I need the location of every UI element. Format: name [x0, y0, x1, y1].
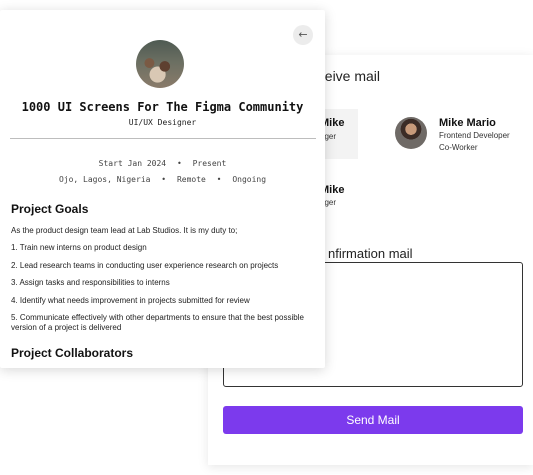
back-arrow-icon[interactable]: ←: [293, 25, 313, 45]
separator-dot: •: [216, 175, 222, 184]
page-title: 1000 UI Screens For The Figma Community: [21, 100, 304, 114]
avatar: [136, 40, 184, 88]
separator-dot: •: [176, 159, 182, 168]
location-line: Ojo, Lagos, Nigeria • Remote • Ongoing: [0, 175, 325, 184]
avatar[interactable]: [395, 117, 427, 149]
contact-tag: Co-Worker: [439, 143, 478, 152]
goal-item: 4. Identify what needs improvement in pr…: [11, 296, 250, 305]
goal-item: 3. Assign tasks and responsibilities to …: [11, 278, 170, 287]
goals-intro: As the product design team lead at Lab S…: [11, 226, 238, 235]
status-label: Ongoing: [232, 175, 267, 184]
project-profile-card: ← 1000 UI Screens For The Figma Communit…: [0, 10, 325, 368]
work-mode: Remote: [176, 175, 206, 184]
end-date: Present: [192, 159, 227, 168]
goal-item: 5. Communicate effectively with other de…: [11, 313, 304, 332]
separator-dot: •: [161, 175, 167, 184]
project-collaborators-heading: Project Collaborators: [11, 346, 134, 360]
divider: [10, 138, 316, 139]
contact-name[interactable]: Mike Mario: [439, 117, 496, 129]
confirmation-mail-label: nfirmation mail: [328, 246, 413, 261]
contact-role: Frontend Developer: [439, 131, 510, 140]
start-date: Start Jan 2024: [98, 159, 167, 168]
location: Ojo, Lagos, Nigeria: [58, 175, 151, 184]
send-mail-button[interactable]: Send Mail: [223, 406, 523, 434]
role-subtitle: UI/UX Designer: [128, 118, 197, 127]
project-goals-heading: Project Goals: [11, 202, 89, 216]
date-range: Start Jan 2024 • Present: [0, 159, 325, 168]
goal-item: 1. Train new interns on product design: [11, 243, 147, 252]
goal-item: 2. Lead research teams in conducting use…: [11, 261, 279, 270]
